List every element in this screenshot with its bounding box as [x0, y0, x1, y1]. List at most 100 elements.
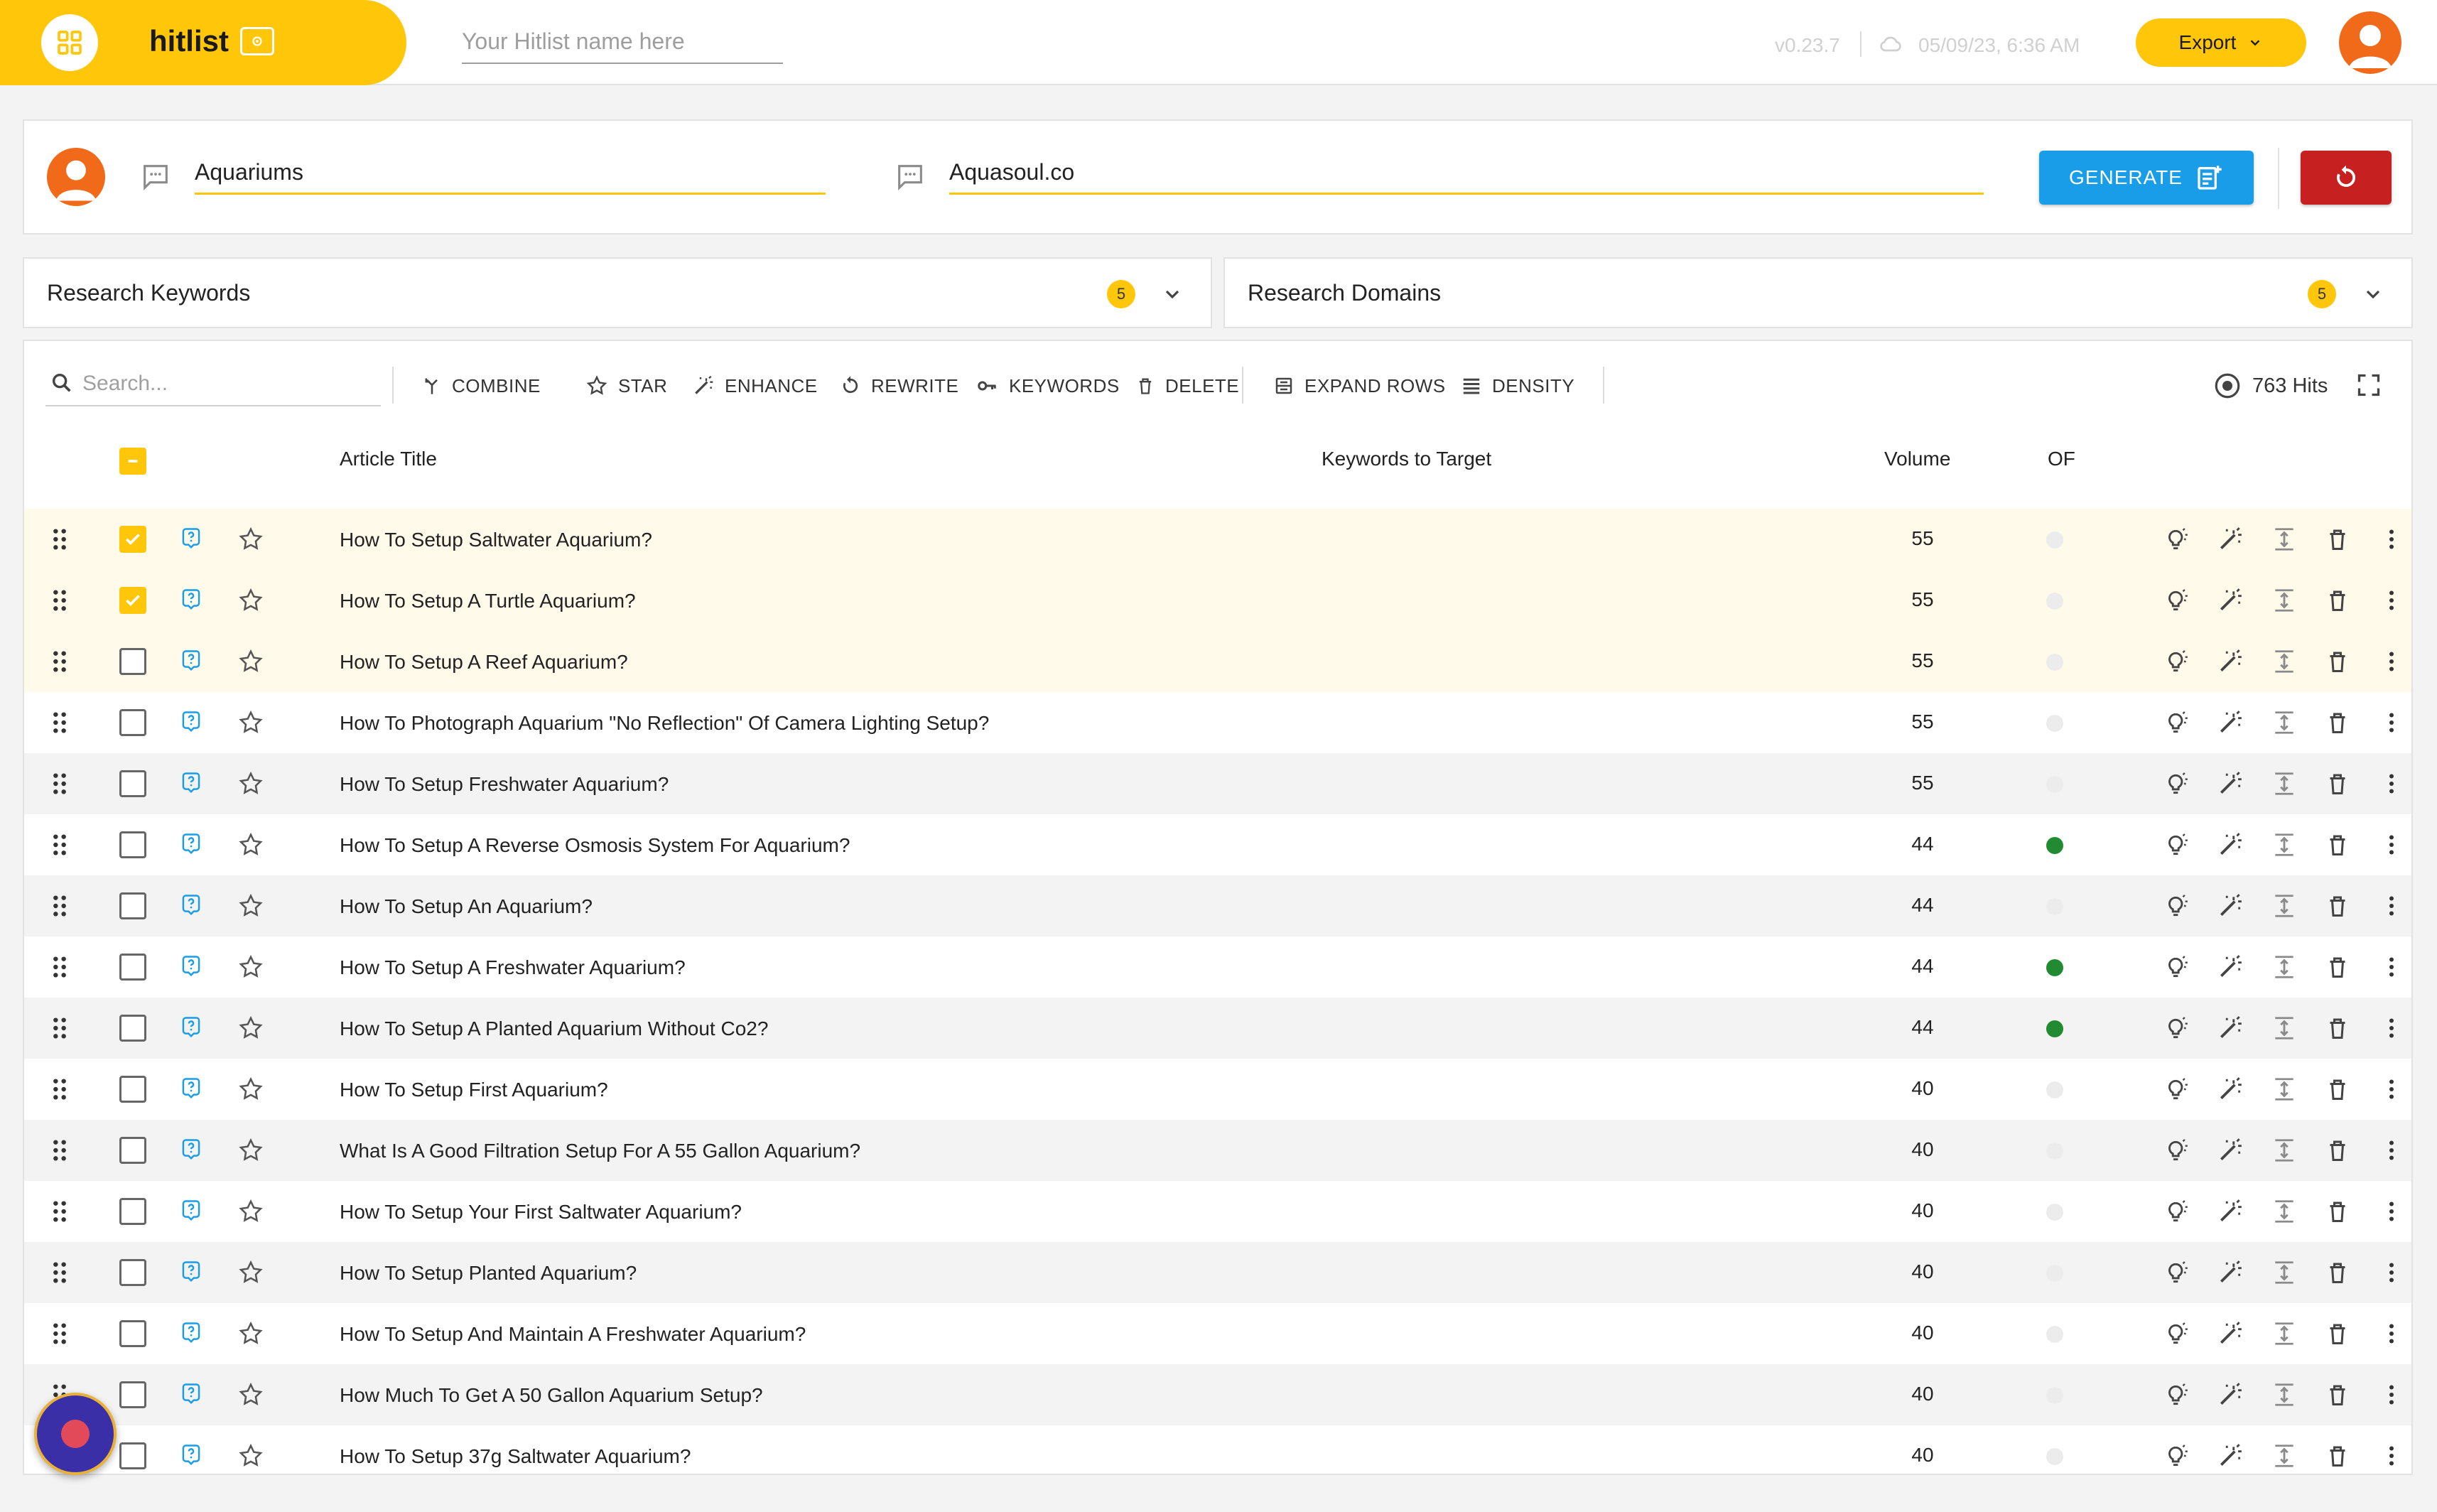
- more-vert-icon[interactable]: [2379, 954, 2404, 981]
- density-button[interactable]: DENSITY: [1461, 369, 1574, 402]
- lightbulb-icon[interactable]: [2163, 831, 2190, 858]
- magic-wand-icon[interactable]: [2217, 954, 2244, 981]
- trash-icon[interactable]: [2325, 1259, 2350, 1286]
- question-pin-icon[interactable]: [180, 772, 202, 794]
- more-vert-icon[interactable]: [2379, 1198, 2404, 1225]
- row-checkbox[interactable]: [119, 770, 146, 797]
- more-vert-icon[interactable]: [2379, 1442, 2404, 1469]
- expand-row-icon[interactable]: [2271, 892, 2298, 919]
- topic-input[interactable]: [195, 152, 826, 195]
- question-pin-icon[interactable]: [180, 1016, 202, 1039]
- star-icon[interactable]: [237, 770, 264, 797]
- trash-icon[interactable]: [2325, 1320, 2350, 1347]
- drag-handle-icon[interactable]: [51, 649, 68, 674]
- question-pin-icon[interactable]: [180, 711, 202, 733]
- export-button[interactable]: Export: [2136, 18, 2306, 67]
- drag-handle-icon[interactable]: [51, 955, 68, 979]
- star-icon[interactable]: [237, 526, 264, 553]
- lightbulb-icon[interactable]: [2163, 587, 2190, 614]
- more-vert-icon[interactable]: [2379, 1015, 2404, 1042]
- table-row[interactable]: How To Setup And Maintain A Freshwater A…: [24, 1303, 2411, 1364]
- drag-handle-icon[interactable]: [51, 711, 68, 735]
- expand-row-icon[interactable]: [2271, 1015, 2298, 1042]
- research-keywords-panel[interactable]: Research Keywords 5: [23, 257, 1212, 328]
- expand-row-icon[interactable]: [2271, 1137, 2298, 1164]
- question-pin-icon[interactable]: [180, 955, 202, 978]
- star-button[interactable]: STAR: [585, 369, 667, 402]
- chevron-down-icon[interactable]: [2362, 283, 2384, 306]
- rewrite-button[interactable]: REWRITE: [840, 369, 958, 402]
- row-checkbox[interactable]: [119, 1076, 146, 1103]
- magic-wand-icon[interactable]: [2217, 1259, 2244, 1286]
- star-icon[interactable]: [237, 1198, 264, 1225]
- drag-handle-icon[interactable]: [51, 1138, 68, 1162]
- lightbulb-icon[interactable]: [2163, 954, 2190, 981]
- reset-button[interactable]: [2301, 151, 2392, 205]
- magic-wand-icon[interactable]: [2217, 587, 2244, 614]
- row-checkbox[interactable]: [119, 1259, 146, 1286]
- row-checkbox[interactable]: [119, 954, 146, 981]
- table-row[interactable]: How To Setup Your First Saltwater Aquari…: [24, 1181, 2411, 1242]
- table-row[interactable]: What Is A Good Filtration Setup For A 55…: [24, 1120, 2411, 1181]
- drag-handle-icon[interactable]: [51, 833, 68, 857]
- question-pin-icon[interactable]: [180, 527, 202, 550]
- question-pin-icon[interactable]: [180, 649, 202, 672]
- drag-handle-icon[interactable]: [51, 894, 68, 918]
- expand-row-icon[interactable]: [2271, 1076, 2298, 1103]
- star-icon[interactable]: [237, 954, 264, 981]
- table-row[interactable]: How To Setup A Planted Aquarium Without …: [24, 998, 2411, 1059]
- question-pin-icon[interactable]: [180, 833, 202, 855]
- table-row[interactable]: How To Photograph Aquarium "No Reflectio…: [24, 692, 2411, 753]
- magic-wand-icon[interactable]: [2217, 1442, 2244, 1469]
- expand-row-icon[interactable]: [2271, 1320, 2298, 1347]
- row-checkbox[interactable]: [119, 1137, 146, 1164]
- keywords-button[interactable]: KEYWORDS: [975, 369, 1120, 402]
- chevron-down-icon[interactable]: [1161, 283, 1184, 306]
- expand-row-icon[interactable]: [2271, 587, 2298, 614]
- magic-wand-icon[interactable]: [2217, 1198, 2244, 1225]
- more-vert-icon[interactable]: [2379, 587, 2404, 614]
- trash-icon[interactable]: [2325, 892, 2350, 919]
- question-pin-icon[interactable]: [180, 1138, 202, 1161]
- star-icon[interactable]: [237, 709, 264, 736]
- trash-icon[interactable]: [2325, 1442, 2350, 1469]
- drag-handle-icon[interactable]: [51, 527, 68, 551]
- row-checkbox[interactable]: [119, 831, 146, 858]
- magic-wand-icon[interactable]: [2217, 709, 2244, 736]
- more-vert-icon[interactable]: [2379, 1137, 2404, 1164]
- magic-wand-icon[interactable]: [2217, 831, 2244, 858]
- search-input[interactable]: [82, 368, 374, 399]
- table-row[interactable]: How To Setup A Freshwater Aquarium? 44: [24, 936, 2411, 998]
- trash-icon[interactable]: [2325, 1381, 2350, 1408]
- magic-wand-icon[interactable]: [2217, 770, 2244, 797]
- drag-handle-icon[interactable]: [51, 772, 68, 796]
- star-icon[interactable]: [237, 1259, 264, 1286]
- more-vert-icon[interactable]: [2379, 892, 2404, 919]
- drag-handle-icon[interactable]: [51, 1260, 68, 1285]
- more-vert-icon[interactable]: [2379, 1259, 2404, 1286]
- drag-handle-icon[interactable]: [51, 588, 68, 612]
- star-icon[interactable]: [237, 1381, 264, 1408]
- lightbulb-icon[interactable]: [2163, 1381, 2190, 1408]
- select-all-checkbox[interactable]: [119, 448, 146, 475]
- expand-row-icon[interactable]: [2271, 770, 2298, 797]
- row-checkbox[interactable]: [119, 587, 146, 614]
- lightbulb-icon[interactable]: [2163, 526, 2190, 553]
- expand-row-icon[interactable]: [2271, 648, 2298, 675]
- expand-row-icon[interactable]: [2271, 709, 2298, 736]
- row-checkbox[interactable]: [119, 1381, 146, 1408]
- lightbulb-icon[interactable]: [2163, 1259, 2190, 1286]
- table-row[interactable]: How To Setup First Aquarium? 40: [24, 1059, 2411, 1120]
- domain-input[interactable]: [949, 152, 1984, 195]
- trash-icon[interactable]: [2325, 709, 2350, 736]
- more-vert-icon[interactable]: [2379, 648, 2404, 675]
- star-icon[interactable]: [237, 1137, 264, 1164]
- column-header-keywords[interactable]: Keywords to Target: [1322, 448, 1491, 470]
- row-checkbox[interactable]: [119, 1320, 146, 1347]
- question-pin-icon[interactable]: [180, 1260, 202, 1283]
- more-vert-icon[interactable]: [2379, 1076, 2404, 1103]
- lightbulb-icon[interactable]: [2163, 1076, 2190, 1103]
- lightbulb-icon[interactable]: [2163, 1198, 2190, 1225]
- expand-rows-button[interactable]: EXPAND ROWS: [1273, 369, 1446, 402]
- more-vert-icon[interactable]: [2379, 831, 2404, 858]
